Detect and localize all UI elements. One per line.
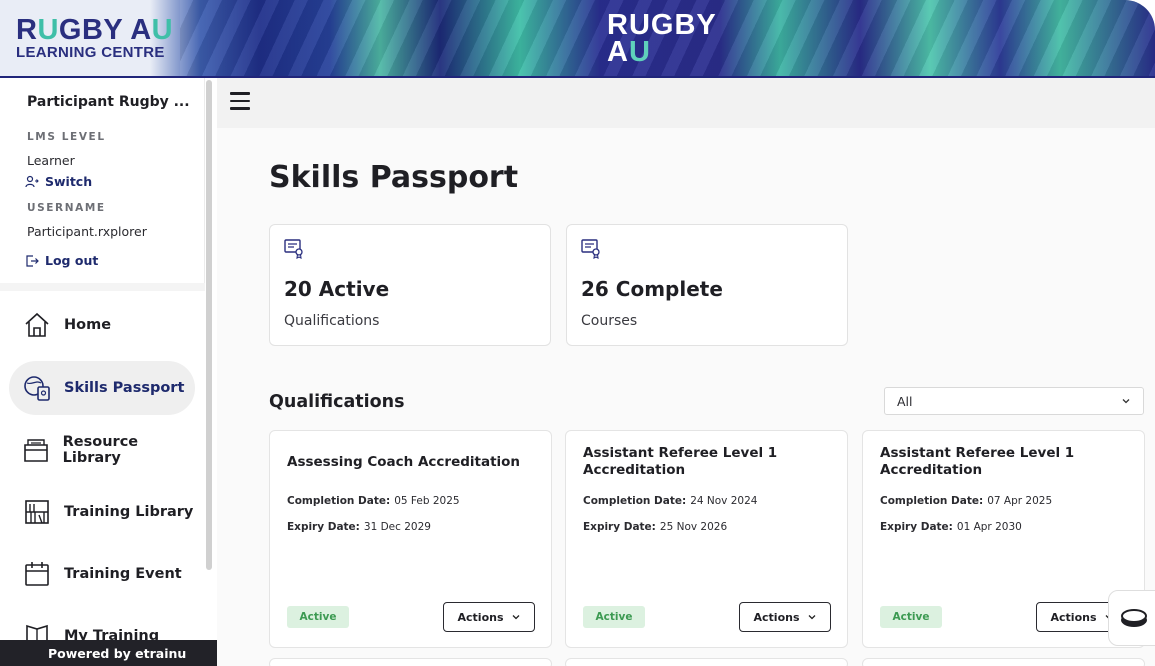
logo-subtitle: LEARNING CENTRE — [16, 44, 165, 61]
qualification-title: Assistant Referee Level 1 Accreditation — [880, 445, 1075, 478]
logo-text: GBY A — [58, 14, 152, 46]
expiry-date: 25 Nov 2026 — [659, 521, 728, 533]
username-label: USERNAME — [27, 202, 106, 214]
stat-label: Qualifications — [284, 313, 380, 329]
expiry-label: Expiry Date: — [287, 521, 360, 533]
support-chat-icon — [1121, 609, 1147, 627]
username-value: Participant.rxplorer — [27, 224, 147, 239]
sidebar-scrollbar[interactable] — [206, 80, 212, 570]
header-banner: RUGBY AU LEARNING CENTRE RUGBY AU — [0, 0, 1155, 78]
calendar-icon — [22, 559, 52, 589]
page-title: Skills Passport — [269, 160, 519, 195]
completion-date: 07 Apr 2025 — [987, 495, 1053, 507]
logout-link[interactable]: Log out — [25, 253, 98, 268]
logout-icon — [26, 254, 39, 267]
completion-date-row: Completion Date: 05 Feb 2025 — [287, 495, 460, 507]
logo-text: A — [607, 36, 629, 68]
stat-value: 26 Complete — [581, 277, 723, 301]
logo-text: U — [151, 14, 174, 46]
status-badge: Active — [880, 606, 942, 628]
qualification-card: Assessing Coach Accreditation Completion… — [269, 430, 552, 648]
actions-label: Actions — [753, 610, 800, 624]
qualification-card-next — [565, 658, 848, 666]
sidebar-item-training-library[interactable]: Training Library — [9, 485, 195, 539]
stat-value: 20 Active — [284, 277, 390, 301]
stat-card-qualifications: 20 Active Qualifications — [269, 224, 551, 346]
expiry-date: 31 Dec 2029 — [363, 521, 431, 533]
qualification-title: Assessing Coach Accreditation — [287, 453, 521, 470]
help-widget-button[interactable] — [1108, 590, 1155, 646]
sidebar-item-skills-passport[interactable]: Skills Passport — [9, 361, 195, 415]
actions-button[interactable]: Actions — [443, 602, 535, 632]
logo-text: R — [16, 14, 38, 46]
stat-card-courses: 26 Complete Courses — [566, 224, 848, 346]
certificate-icon — [283, 237, 305, 263]
actions-button[interactable]: Actions — [739, 602, 831, 632]
qualification-title: Assistant Referee Level 1 Accreditation — [583, 445, 778, 478]
top-bar — [217, 78, 1155, 128]
expiry-label: Expiry Date: — [880, 521, 953, 533]
chevron-down-icon — [512, 615, 519, 620]
status-badge: Active — [583, 606, 645, 628]
logo-text: RUGBY — [607, 9, 717, 41]
logo-text: U — [628, 36, 651, 68]
completion-date: 05 Feb 2025 — [394, 495, 460, 507]
switch-user-icon — [25, 175, 39, 187]
select-value: All — [897, 393, 913, 409]
lms-level-value: Learner — [27, 153, 75, 168]
section-title: Qualifications — [269, 392, 405, 412]
home-icon — [22, 310, 52, 340]
expiry-date-row: Expiry Date: 25 Nov 2026 — [583, 521, 727, 533]
rugby-au-learning-centre-logo[interactable]: RUGBY AU LEARNING CENTRE — [16, 14, 176, 62]
passport-icon — [22, 373, 52, 403]
profile-name: Participant Rugby ... — [27, 94, 190, 110]
sidebar-item-training-event[interactable]: Training Event — [9, 547, 195, 601]
chevron-down-icon — [1122, 399, 1130, 404]
status-badge: Active — [287, 606, 349, 628]
expiry-label: Expiry Date: — [583, 521, 656, 533]
expiry-date-row: Expiry Date: 31 Dec 2029 — [287, 521, 431, 533]
folder-icon — [22, 435, 51, 465]
switch-link[interactable]: Switch — [25, 174, 92, 189]
qualification-card-next — [862, 658, 1145, 666]
menu-toggle-icon[interactable] — [230, 92, 250, 110]
sidebar-item-home[interactable]: Home — [9, 298, 195, 352]
lms-level-label: LMS LEVEL — [27, 131, 106, 143]
sidebar-item-label: Training Event — [64, 566, 182, 582]
library-icon — [22, 497, 52, 527]
completion-label: Completion Date: — [287, 495, 391, 507]
qualification-card: Assistant Referee Level 1 Accreditation … — [565, 430, 848, 648]
rugby-au-logo: RUGBY AU — [607, 9, 717, 68]
actions-label: Actions — [1050, 610, 1097, 624]
qualification-card: Assistant Referee Level 1 Accreditation … — [862, 430, 1145, 648]
stat-label: Courses — [581, 313, 638, 329]
expiry-date: 01 Apr 2030 — [956, 521, 1022, 533]
completion-label: Completion Date: — [880, 495, 984, 507]
chevron-down-icon — [808, 615, 815, 620]
completion-date-row: Completion Date: 07 Apr 2025 — [880, 495, 1052, 507]
actions-label: Actions — [457, 610, 504, 624]
sidebar-item-label: Skills Passport — [64, 380, 185, 396]
main-content: Skills Passport 20 Active Qualifications… — [217, 128, 1155, 666]
switch-label: Switch — [45, 174, 93, 189]
sidebar-item-label: Home — [64, 317, 112, 333]
powered-by-footer: Powered by etrainu — [0, 640, 217, 666]
sidebar-item-label: Resource Library — [62, 434, 139, 466]
sidebar-divider — [0, 283, 205, 291]
sidebar-item-resource-library[interactable]: Resource Library — [9, 423, 195, 477]
profile-panel: Participant Rugby ... LMS LEVEL Learner … — [0, 78, 205, 283]
logo-text: U — [37, 14, 59, 46]
completion-label: Completion Date: — [583, 495, 687, 507]
completion-date: 24 Nov 2024 — [690, 495, 758, 507]
expiry-date-row: Expiry Date: 01 Apr 2030 — [880, 521, 1022, 533]
logout-label: Log out — [45, 253, 99, 268]
qualification-card-next — [269, 658, 552, 666]
sidebar-item-label: Training Library — [64, 504, 194, 520]
qualification-filter-select[interactable]: All — [884, 387, 1144, 415]
certificate-icon — [580, 237, 602, 263]
sidebar: Participant Rugby ... LMS LEVEL Learner … — [0, 78, 217, 666]
completion-date-row: Completion Date: 24 Nov 2024 — [583, 495, 757, 507]
